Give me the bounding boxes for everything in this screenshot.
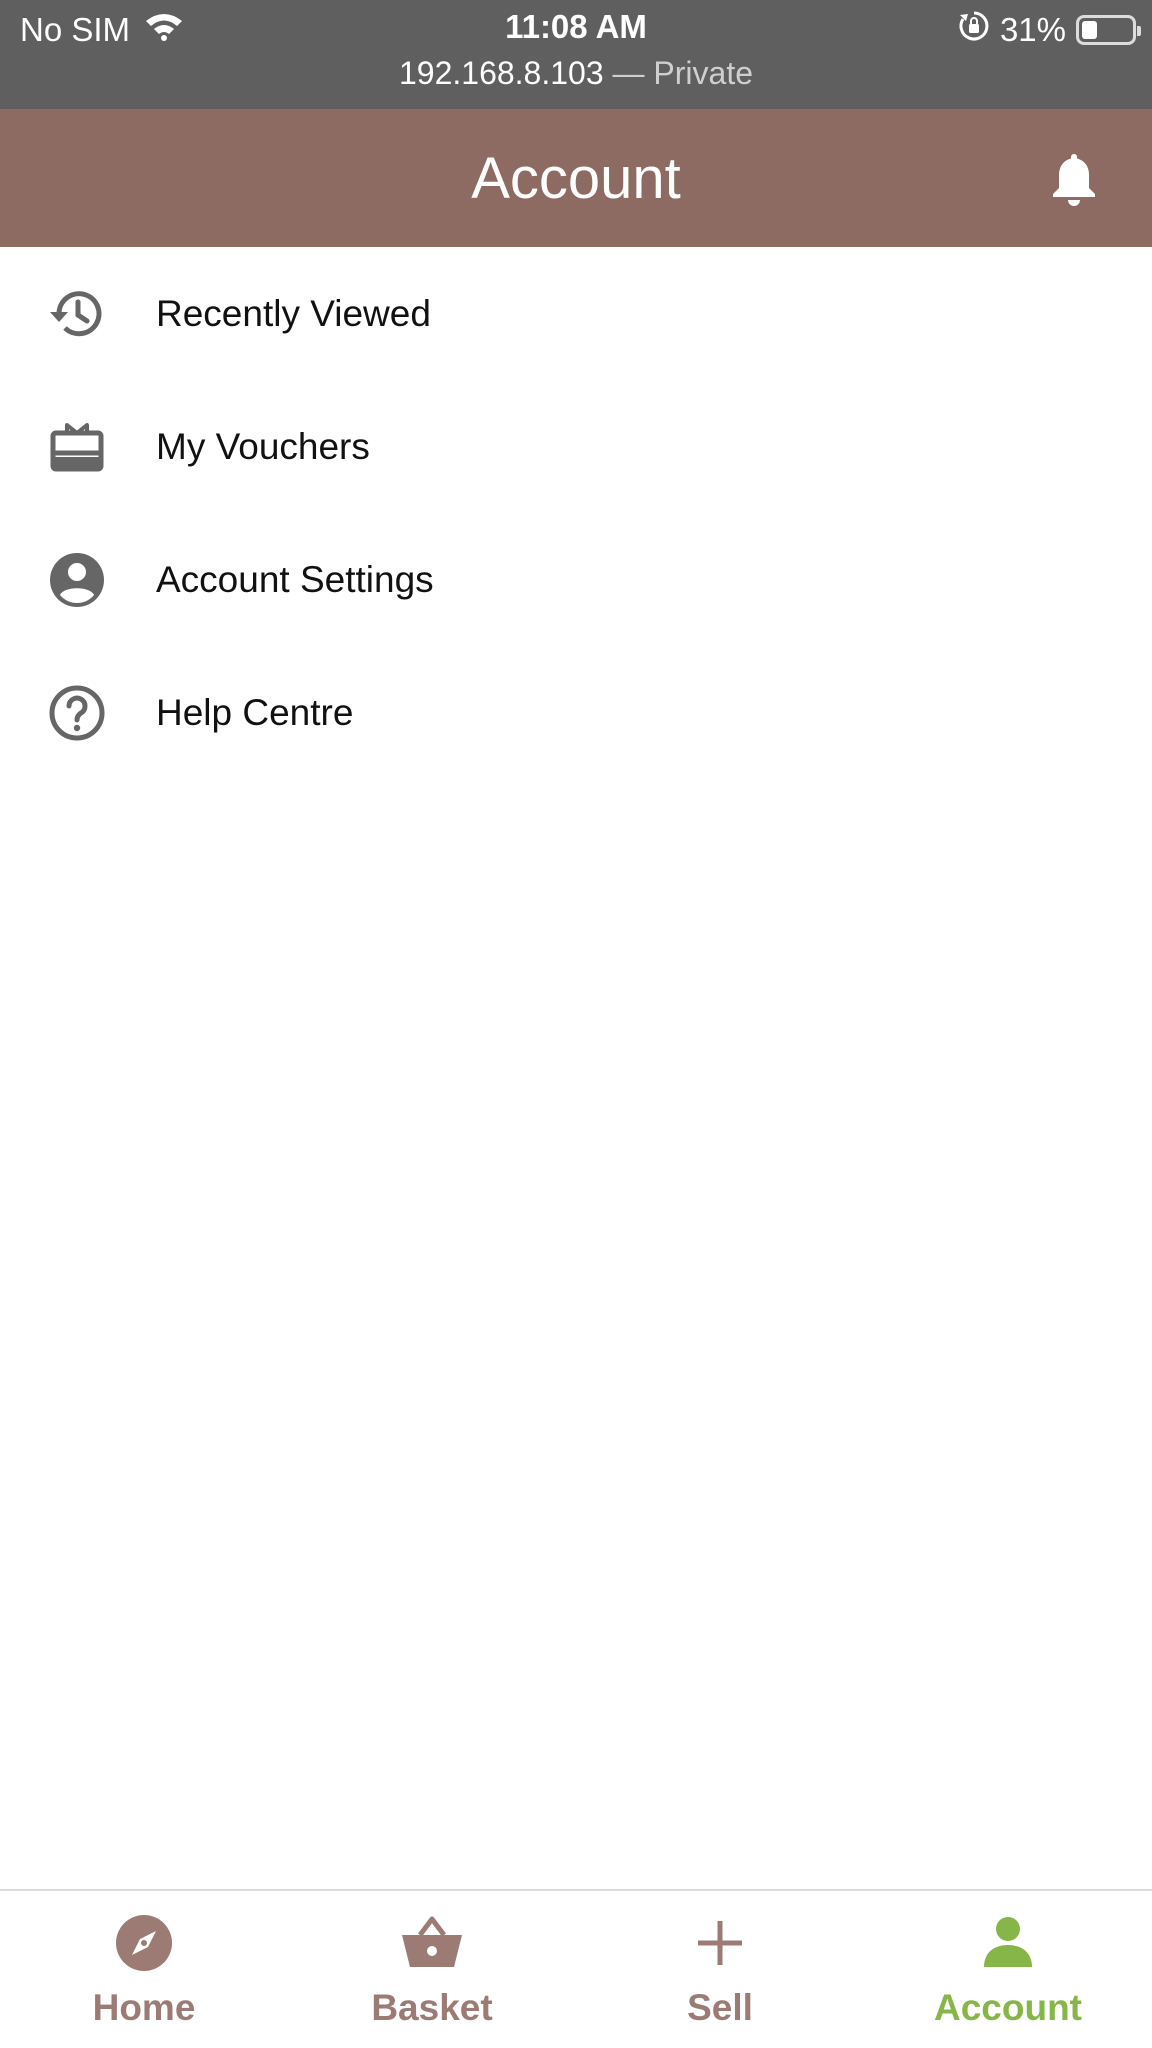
menu-item-label: Account Settings xyxy=(156,558,434,600)
nav-label: Home xyxy=(92,1987,196,2028)
page-title: Account xyxy=(471,146,681,211)
url-separator: — xyxy=(603,55,654,91)
bell-icon xyxy=(1053,154,1095,206)
battery-fill xyxy=(1082,21,1097,39)
status-bar: No SIM 11:08 AM 192.168.8.103 — Private … xyxy=(0,0,1152,109)
nav-item-account[interactable]: Account xyxy=(864,1891,1152,2048)
menu-item-recently-viewed[interactable]: Recently Viewed xyxy=(0,247,1152,380)
nav-item-home[interactable]: Home xyxy=(0,1891,288,2048)
menu-item-label: My Vouchers xyxy=(156,425,370,467)
app-header: Account xyxy=(0,109,1152,247)
nav-label: Sell xyxy=(687,1987,753,2028)
voucher-icon xyxy=(47,417,107,477)
menu-item-account-settings[interactable]: Account Settings xyxy=(0,513,1152,646)
compass-icon xyxy=(112,1911,176,1975)
notifications-button[interactable] xyxy=(1046,149,1102,209)
nav-label: Account xyxy=(934,1987,1082,2028)
account-menu: Recently Viewed My Vouchers Account Sett… xyxy=(0,247,1152,779)
menu-item-label: Help Centre xyxy=(156,691,354,733)
battery-percent: 31% xyxy=(999,11,1066,48)
basket-icon xyxy=(400,1911,464,1975)
plus-icon xyxy=(688,1911,752,1975)
battery-icon xyxy=(1076,15,1141,45)
url-bar[interactable]: 192.168.8.103 — Private xyxy=(0,55,1152,92)
nav-label: Basket xyxy=(371,1987,493,2028)
menu-item-label: Recently Viewed xyxy=(156,292,431,334)
history-icon xyxy=(47,284,107,344)
menu-item-my-vouchers[interactable]: My Vouchers xyxy=(0,380,1152,513)
account-circle-icon xyxy=(47,550,107,610)
status-right: 31% xyxy=(958,10,1141,50)
url-mode: Private xyxy=(653,55,753,91)
menu-item-help-centre[interactable]: Help Centre xyxy=(0,646,1152,779)
help-icon xyxy=(47,683,107,743)
person-icon xyxy=(976,1911,1040,1975)
url-host: 192.168.8.103 xyxy=(398,55,604,91)
nav-item-basket[interactable]: Basket xyxy=(288,1891,576,2048)
rotation-lock-icon xyxy=(958,10,990,50)
bottom-nav: Home Basket Sell Account xyxy=(0,1889,1152,2048)
nav-item-sell[interactable]: Sell xyxy=(576,1891,864,2048)
